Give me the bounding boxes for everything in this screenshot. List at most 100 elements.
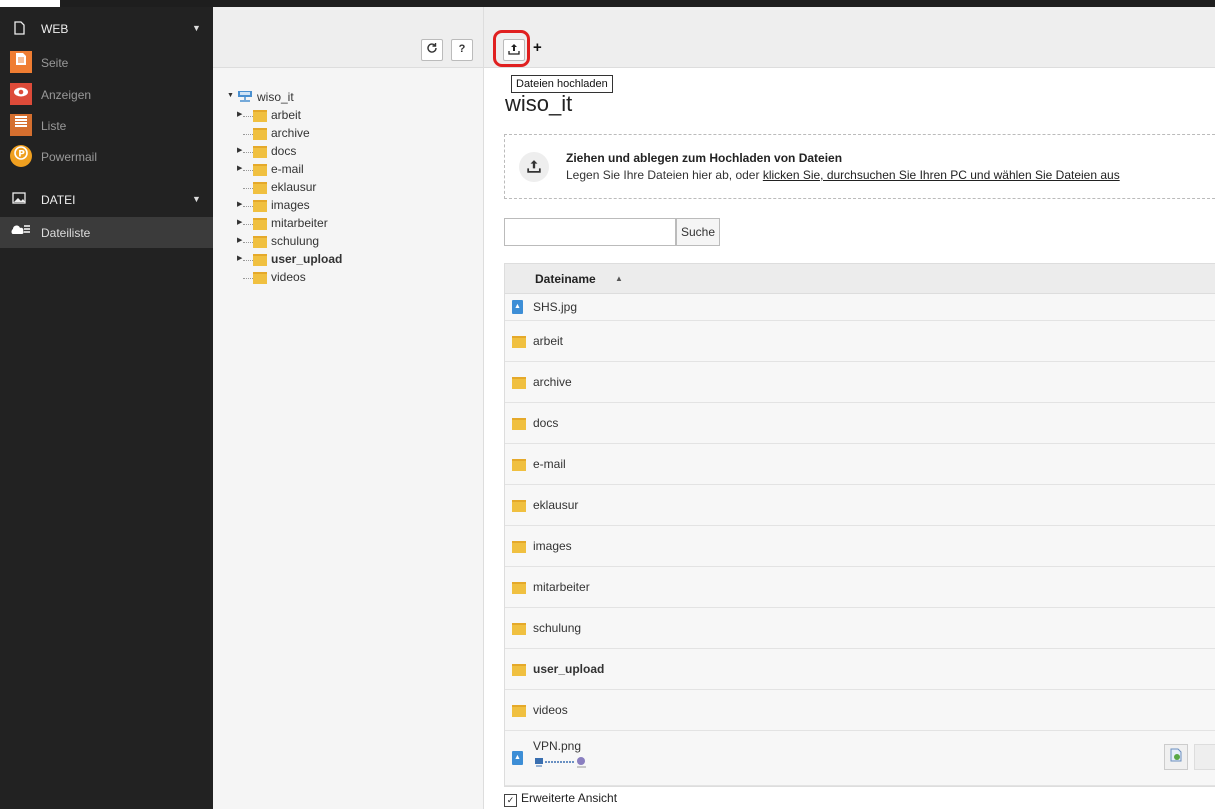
group-datei[interactable]: DATEI ▼ <box>0 183 213 217</box>
module-powermail[interactable]: P Powermail <box>0 141 213 172</box>
expand-icon[interactable]: ▶ <box>237 110 242 118</box>
filelist-icon <box>10 221 32 243</box>
expand-icon[interactable]: ▶ <box>237 236 242 244</box>
file-table: Dateiname ▲ ▲ SHS.jpg arbeit archive docs e-m… <box>504 263 1215 787</box>
folder-icon <box>253 218 267 230</box>
svg-text:P: P <box>18 150 25 160</box>
image-file-icon: ▲ <box>512 751 523 765</box>
extended-view-toggle[interactable]: ✓ Erweiterte Ansicht <box>504 791 617 807</box>
more-actions-button[interactable] <box>1194 744 1215 770</box>
folder-icon <box>512 582 526 594</box>
file-name[interactable]: SHS.jpg <box>533 300 577 314</box>
table-header: Dateiname ▲ <box>505 264 1215 294</box>
tree-connector <box>243 188 253 189</box>
powermail-icon: P <box>10 145 32 167</box>
module-liste-label: Liste <box>41 119 67 133</box>
folder-icon <box>512 664 526 676</box>
file-name[interactable]: arbeit <box>533 334 563 348</box>
table-row[interactable]: e-mail <box>505 444 1215 485</box>
table-row[interactable]: schulung <box>505 608 1215 649</box>
file-info-button[interactable] <box>1164 744 1188 770</box>
table-row[interactable]: images <box>505 526 1215 567</box>
tree-item-label: videos <box>271 270 306 284</box>
top-bar-left <box>0 0 60 7</box>
table-row[interactable]: docs <box>505 403 1215 444</box>
table-row[interactable]: videos <box>505 690 1215 731</box>
tree-connector <box>243 278 253 279</box>
file-name[interactable]: VPN.png <box>533 739 581 753</box>
expand-icon[interactable]: ▶ <box>237 218 242 226</box>
sort-asc-icon[interactable]: ▲ <box>615 274 623 283</box>
folder-icon <box>512 336 526 348</box>
file-name[interactable]: videos <box>533 703 568 717</box>
tree-item-label: archive <box>271 126 310 140</box>
folder-icon <box>512 500 526 512</box>
file-name[interactable]: images <box>533 539 572 553</box>
tree-connector <box>243 206 253 207</box>
module-anzeigen[interactable]: Anzeigen <box>0 79 213 110</box>
folder-icon <box>253 200 267 212</box>
folder-icon <box>512 541 526 553</box>
group-web-label: WEB <box>41 22 69 36</box>
file-name[interactable]: archive <box>533 375 572 389</box>
expand-icon[interactable]: ▶ <box>237 254 242 262</box>
refresh-icon <box>426 43 438 55</box>
file-name[interactable]: mitarbeiter <box>533 580 590 594</box>
table-row[interactable]: eklausur <box>505 485 1215 526</box>
expand-icon[interactable]: ▶ <box>237 164 242 172</box>
search-input[interactable] <box>504 218 676 246</box>
search-button[interactable]: Suche <box>676 218 720 246</box>
module-liste[interactable]: Liste <box>0 110 213 141</box>
top-bar <box>0 0 1215 7</box>
help-button[interactable]: ? <box>451 39 473 61</box>
upload-dropzone[interactable]: Ziehen und ablegen zum Hochladen von Dat… <box>504 134 1215 199</box>
tree-connector <box>243 152 253 153</box>
file-name[interactable]: user_upload <box>533 662 604 676</box>
table-row[interactable]: archive <box>505 362 1215 403</box>
file-name[interactable]: eklausur <box>533 498 578 512</box>
thumbnail <box>535 756 591 769</box>
table-row[interactable]: mitarbeiter <box>505 567 1215 608</box>
folder-icon <box>512 418 526 430</box>
table-row[interactable]: ▲ SHS.jpg <box>505 294 1215 321</box>
dropzone-text-prefix: Legen Sie Ihre Dateien hier ab, oder <box>566 168 763 182</box>
file-name[interactable]: schulung <box>533 621 581 635</box>
table-row[interactable]: arbeit <box>505 321 1215 362</box>
table-row[interactable]: ▲ VPN.png <box>505 731 1215 786</box>
page-title: wiso_it <box>505 91 573 116</box>
group-web[interactable]: WEB ▼ <box>0 12 213 46</box>
caret-down-icon: ▼ <box>192 194 201 204</box>
checkbox-checked-icon[interactable]: ✓ <box>504 794 517 807</box>
table-row[interactable]: user_upload <box>505 649 1215 690</box>
dropzone-browse-link[interactable]: klicken Sie, durchsuchen Sie Ihren PC un… <box>763 168 1120 182</box>
tree-item-label: e-mail <box>271 162 304 176</box>
expand-icon[interactable]: ▶ <box>237 146 242 154</box>
collapse-icon[interactable]: ▼ <box>227 92 234 99</box>
file-name[interactable]: e-mail <box>533 457 566 471</box>
column-filename[interactable]: Dateiname <box>535 272 596 286</box>
folder-icon <box>253 236 267 248</box>
tree-item-label: user_upload <box>271 252 343 266</box>
tree-item-label: images <box>271 198 310 212</box>
folder-icon <box>253 146 267 158</box>
tree-toolbar: ? <box>213 7 483 68</box>
module-seite-label: Seite <box>41 56 69 70</box>
file-name[interactable]: docs <box>533 416 558 430</box>
image-icon <box>12 192 26 206</box>
folder-icon <box>253 164 267 176</box>
refresh-button[interactable] <box>421 39 443 61</box>
folder-icon <box>253 110 267 122</box>
folder-icon <box>253 254 267 266</box>
module-seite[interactable]: Seite <box>0 47 213 78</box>
tree-item-label: mitarbeiter <box>271 216 328 230</box>
tree-root-label: wiso_it <box>257 90 294 104</box>
tree-connector <box>243 134 253 135</box>
new-button[interactable]: + <box>533 39 542 56</box>
upload-button[interactable] <box>503 39 525 61</box>
folder-icon <box>512 623 526 635</box>
group-datei-label: DATEI <box>41 193 76 207</box>
expand-icon[interactable]: ▶ <box>237 200 242 208</box>
module-dateiliste[interactable]: Dateiliste <box>0 217 213 248</box>
tree-item-label: schulung <box>271 234 320 248</box>
folder-icon <box>253 128 267 140</box>
